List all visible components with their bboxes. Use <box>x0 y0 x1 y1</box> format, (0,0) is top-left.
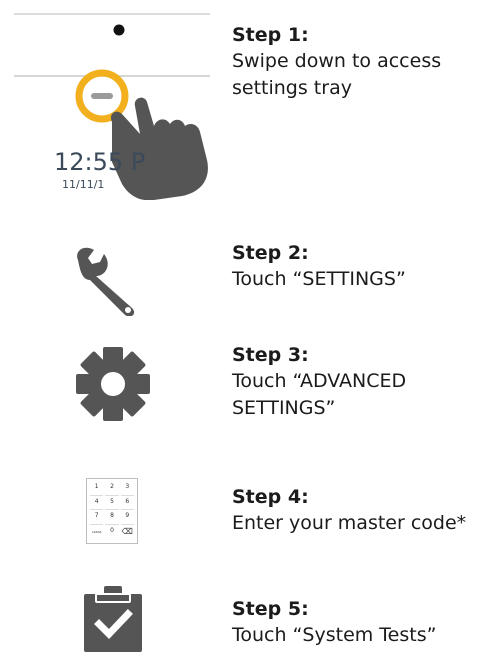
keypad-key: 8 <box>105 512 119 525</box>
wrench-icon <box>72 246 152 326</box>
step-title: Step 1: <box>232 24 309 46</box>
keypad-key: 3 <box>120 483 134 496</box>
preview-time: 12:55 P <box>54 148 146 176</box>
keypad-icon: 1 2 3 4 5 6 7 8 9 CLEAR 0 ⌫ <box>86 478 138 544</box>
step-description-line: Enter your master code* <box>232 512 467 534</box>
keypad-key: ⌫ <box>121 526 133 536</box>
step-4: Step 4: Enter your master code* <box>232 484 502 537</box>
keypad-key: 4 <box>90 498 104 510</box>
step-description-line: Touch “SETTINGS” <box>232 268 406 290</box>
keypad-key: 6 <box>120 498 134 510</box>
step-description-line: Touch “System Tests” <box>232 624 437 646</box>
step-title: Step 2: <box>232 242 309 264</box>
step-2: Step 2: Touch “SETTINGS” <box>232 240 497 293</box>
keypad-key: 1 <box>90 483 104 496</box>
step-description-line: Swipe down to access <box>232 50 442 72</box>
keypad-key: 7 <box>90 512 104 525</box>
step-description-line: Touch “ADVANCED <box>232 370 407 392</box>
gear-icon <box>74 345 152 423</box>
keypad-key: CLEAR <box>91 529 102 534</box>
keypad-key: 5 <box>105 498 119 510</box>
step-title: Step 4: <box>232 486 309 508</box>
clipboard-check-icon <box>82 586 144 654</box>
keypad-key: 2 <box>105 483 119 496</box>
step-5: Step 5: Touch “System Tests” <box>232 596 497 649</box>
keypad-key: 0 <box>110 526 114 534</box>
step-description-line: SETTINGS” <box>232 397 336 419</box>
step-description-line: settings tray <box>232 77 352 99</box>
preview-date: 11/11/1 <box>62 178 105 191</box>
step-1: Step 1: Swipe down to access settings tr… <box>232 22 497 102</box>
step-title: Step 5: <box>232 598 309 620</box>
step-3: Step 3: Touch “ADVANCED SETTINGS” <box>232 342 497 422</box>
step-title: Step 3: <box>232 344 309 366</box>
keypad-key: 9 <box>120 512 134 525</box>
